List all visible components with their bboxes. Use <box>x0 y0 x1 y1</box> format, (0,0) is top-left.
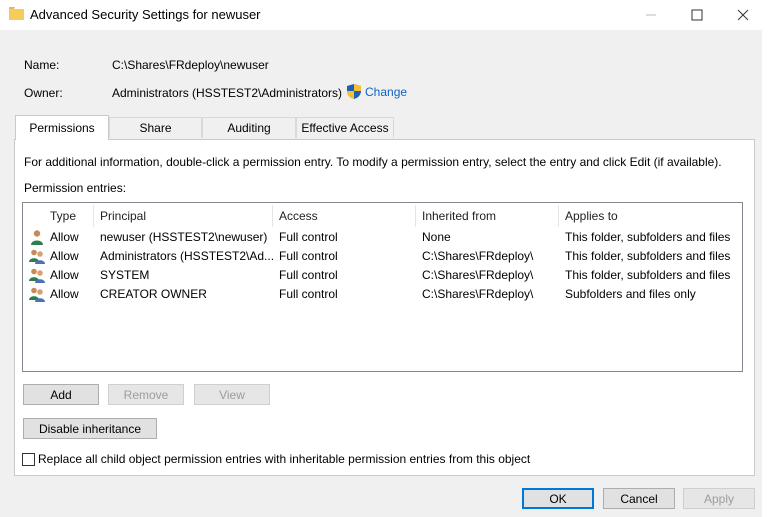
permission-entries-list[interactable]: Type Principal Access Inherited from App… <box>22 202 743 372</box>
row-principal: CREATOR OWNER <box>100 287 207 301</box>
row-type: Allow <box>50 268 79 282</box>
row-inherited-from: C:\Shares\FRdeploy\ <box>422 268 534 282</box>
minimize-icon <box>646 14 656 16</box>
column-separator[interactable] <box>415 205 416 227</box>
ok-button[interactable]: OK <box>522 488 594 509</box>
row-type: Allow <box>50 230 79 244</box>
change-owner-link[interactable]: Change <box>347 84 407 99</box>
row-inherited-from: None <box>422 230 451 244</box>
column-separator[interactable] <box>93 205 94 227</box>
owner-label: Owner: <box>24 86 63 100</box>
owner-value: Administrators (HSSTEST2\Administrators) <box>112 86 343 100</box>
disable-inheritance-button[interactable]: Disable inheritance <box>23 418 157 439</box>
permission-row[interactable]: Allow Administrators (HSSTEST2\Ad... Ful… <box>23 247 742 266</box>
column-separator[interactable] <box>272 205 273 227</box>
maximize-icon <box>691 9 703 21</box>
row-applies-to: This folder, subfolders and files <box>565 268 731 282</box>
change-link-label: Change <box>365 84 408 99</box>
column-separator[interactable] <box>558 205 559 227</box>
folder-icon <box>9 7 24 20</box>
tab-label: Share <box>139 121 172 135</box>
replace-child-permissions-checkbox[interactable] <box>22 453 35 466</box>
view-button[interactable]: View <box>194 384 270 405</box>
row-type: Allow <box>50 287 79 301</box>
maximize-button[interactable] <box>674 0 720 30</box>
column-header-type[interactable]: Type <box>50 209 76 223</box>
name-label: Name: <box>24 58 60 72</box>
row-access: Full control <box>279 249 338 263</box>
apply-button[interactable]: Apply <box>683 488 755 509</box>
row-inherited-from: C:\Shares\FRdeploy\ <box>422 249 534 263</box>
background-window-edge <box>762 30 769 517</box>
tab-auditing[interactable]: Auditing <box>202 117 296 138</box>
tab-label: Auditing <box>227 121 271 135</box>
tab-label: Effective Access <box>301 121 389 135</box>
tab-share[interactable]: Share <box>109 117 202 138</box>
uac-shield-icon <box>347 84 361 99</box>
group-icon <box>29 287 45 302</box>
permissions-info-text: For additional information, double-click… <box>24 155 722 169</box>
row-principal: newuser (HSSTEST2\newuser) <box>100 230 268 244</box>
row-applies-to: This folder, subfolders and files <box>565 249 731 263</box>
permission-row[interactable]: Allow SYSTEM Full control C:\Shares\FRde… <box>23 266 742 285</box>
row-applies-to: This folder, subfolders and files <box>565 230 731 244</box>
row-access: Full control <box>279 268 338 282</box>
window-title: Advanced Security Settings for newuser <box>30 7 261 22</box>
user-icon <box>31 230 43 245</box>
close-icon <box>737 9 749 21</box>
row-type: Allow <box>50 249 79 263</box>
tab-permissions[interactable]: Permissions <box>15 115 109 140</box>
row-inherited-from: C:\Shares\FRdeploy\ <box>422 287 534 301</box>
row-principal: Administrators (HSSTEST2\Ad... <box>100 249 275 263</box>
row-access: Full control <box>279 230 338 244</box>
column-header-access[interactable]: Access <box>279 209 318 223</box>
title-bar: Advanced Security Settings for newuser <box>0 0 769 30</box>
tab-label: Permissions <box>29 121 95 135</box>
permission-entries-label: Permission entries: <box>24 181 127 195</box>
column-header-inherited-from[interactable]: Inherited from <box>422 209 496 223</box>
row-access: Full control <box>279 287 338 301</box>
permission-row[interactable]: Allow newuser (HSSTEST2\newuser) Full co… <box>23 228 742 247</box>
minimize-button[interactable] <box>628 0 674 30</box>
group-icon <box>29 268 45 283</box>
group-icon <box>29 249 45 264</box>
remove-button[interactable]: Remove <box>108 384 184 405</box>
replace-child-permissions-label[interactable]: Replace all child object permission entr… <box>38 452 530 466</box>
row-applies-to: Subfolders and files only <box>565 287 696 301</box>
column-header-applies-to[interactable]: Applies to <box>565 209 618 223</box>
name-value: C:\Shares\FRdeploy\newuser <box>112 58 269 72</box>
tab-effective-access[interactable]: Effective Access <box>296 117 394 138</box>
permission-row[interactable]: Allow CREATOR OWNER Full control C:\Shar… <box>23 285 742 304</box>
column-header-principal[interactable]: Principal <box>100 209 146 223</box>
add-button[interactable]: Add <box>23 384 99 405</box>
row-principal: SYSTEM <box>100 268 150 282</box>
close-button[interactable] <box>720 0 766 30</box>
cancel-button[interactable]: Cancel <box>603 488 675 509</box>
